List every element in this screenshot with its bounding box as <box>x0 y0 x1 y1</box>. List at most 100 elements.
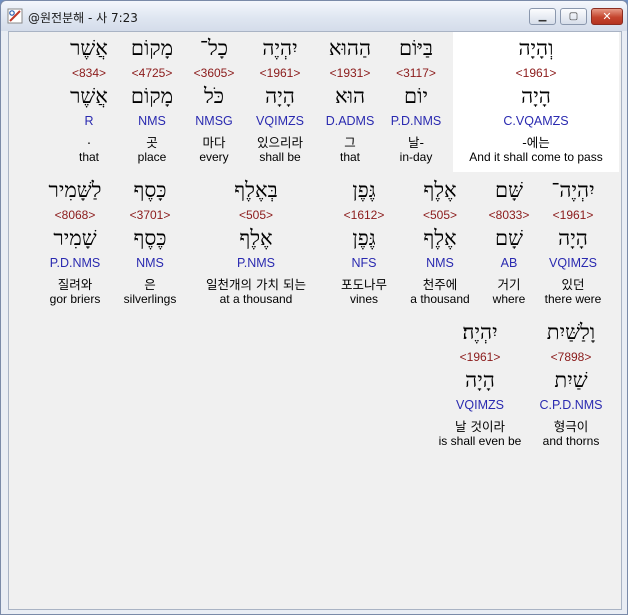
strong-number[interactable]: <3117> <box>396 66 436 80</box>
korean-gloss: 곳 <box>146 135 158 150</box>
korean-gloss: 형극이 <box>553 419 589 434</box>
hebrew-lemma: שָׁם <box>495 226 523 250</box>
close-button[interactable]: ✕ <box>591 8 623 25</box>
strong-number[interactable]: <1961> <box>516 66 557 80</box>
hebrew-word: שָּׁם <box>495 178 523 202</box>
hebrew-word: יִהְיֶה׃ <box>462 320 498 344</box>
morphology-code: VQIMZS <box>549 256 597 270</box>
hebrew-lemma: הָיָה <box>465 368 495 392</box>
english-gloss: vines <box>349 292 379 306</box>
korean-gloss: 마다 <box>202 135 226 150</box>
strong-number[interactable]: <1931> <box>330 66 371 80</box>
english-gloss: that <box>78 150 100 164</box>
morphology-code: AB <box>500 256 518 270</box>
hebrew-word: לַשָּׁמִיר <box>48 178 102 202</box>
strong-number[interactable]: <834> <box>72 66 106 80</box>
hebrew-word: יִהְיֶה־ <box>551 178 595 202</box>
hebrew-lemma: אֶלֶף <box>423 226 457 250</box>
morphology-code: NMS <box>136 256 164 270</box>
english-gloss: at a thousand <box>219 292 293 306</box>
hebrew-word: בַּיּוֹם <box>398 36 434 60</box>
hebrew-word: וָלַשַּׁיִת <box>546 320 596 344</box>
strong-number[interactable]: <1961> <box>553 208 594 222</box>
strong-number[interactable]: <7898> <box>551 350 592 364</box>
morphology-code: VQIMZS <box>256 114 304 128</box>
hebrew-word: מָקוֹם <box>130 36 174 60</box>
app-window: @원전분해 - 사 7:23 ▁ ▢ ✕ וְהָיָה <1961> הָיָ… <box>0 0 628 615</box>
hebrew-word: יִהְיֶה <box>262 36 298 60</box>
hebrew-lemma: שַׁיִת <box>554 368 588 392</box>
korean-gloss: 날- <box>407 135 425 150</box>
morphology-code: VQIMZS <box>456 398 504 412</box>
strong-number[interactable]: <3605> <box>194 66 235 80</box>
strong-number[interactable]: <8033> <box>489 208 530 222</box>
strong-number[interactable]: <8068> <box>55 208 96 222</box>
korean-gloss: 포도나무 <box>340 277 388 292</box>
english-gloss: and thorns <box>542 434 600 448</box>
strong-number[interactable]: <1961> <box>260 66 301 80</box>
hebrew-word: כָּסֶף <box>133 178 167 202</box>
korean-gloss: 그 <box>344 135 356 150</box>
english-gloss: gor briers <box>49 292 101 306</box>
strong-number[interactable]: <505> <box>423 208 457 222</box>
korean-gloss: 천주에 <box>422 277 458 292</box>
hebrew-lemma: מָקוֹם <box>130 84 174 108</box>
hebrew-lemma: הוּא <box>334 84 366 108</box>
hebrew-word: וְהָיָה <box>518 36 554 60</box>
maximize-button[interactable]: ▢ <box>560 8 587 25</box>
morphology-code: C.P.D.NMS <box>539 398 603 412</box>
hebrew-lemma: אֲשֶׁר <box>70 84 108 108</box>
hebrew-word: אֶלֶף <box>423 178 457 202</box>
korean-gloss: 일천개의 가치 되는 <box>206 277 306 292</box>
english-gloss: shall be <box>259 150 301 164</box>
morphology-code: D.ADMS <box>325 114 375 128</box>
english-gloss: every <box>199 150 229 164</box>
english-gloss: that <box>339 150 361 164</box>
english-gloss: a thousand <box>410 292 470 306</box>
english-gloss: And it shall come to pass <box>469 150 603 164</box>
korean-gloss: 있으리라 <box>256 135 304 150</box>
hebrew-word: כָל־ <box>199 36 229 60</box>
hebrew-lemma: הָיָה <box>558 226 588 250</box>
english-gloss: place <box>137 150 167 164</box>
window-title: @원전분해 - 사 7:23 <box>28 11 138 25</box>
hebrew-lemma: גֶּפֶן <box>352 226 376 250</box>
hebrew-lemma: כֹּל <box>203 84 225 108</box>
english-gloss: silverlings <box>123 292 177 306</box>
hebrew-word: אֲשֶׁר <box>70 36 108 60</box>
english-gloss: in-day <box>399 150 433 164</box>
hebrew-lemma: הָיָה <box>521 84 551 108</box>
morphology-code: P.NMS <box>237 256 275 270</box>
strong-number[interactable]: <3701> <box>130 208 171 222</box>
strong-number[interactable]: <505> <box>239 208 273 222</box>
hebrew-lemma: כֶּסֶף <box>133 226 167 250</box>
hebrew-lemma: אֶלֶף <box>239 226 273 250</box>
hebrew-word: גֶּפֶן <box>352 178 376 202</box>
korean-gloss: . <box>87 132 91 147</box>
korean-gloss: -에는 <box>522 135 550 150</box>
korean-gloss: 있던 <box>561 277 585 292</box>
title-bar[interactable]: @원전분해 - 사 7:23 ▁ ▢ ✕ <box>1 1 627 31</box>
hebrew-lemma: יוֹם <box>404 84 428 108</box>
interlinear-panel: וְהָיָה <1961> הָיָה C.VQAMZS -에는 And it… <box>8 31 622 610</box>
korean-gloss: 은 <box>144 277 156 292</box>
hebrew-lemma: הָיָה <box>265 84 295 108</box>
strong-number[interactable]: <4725> <box>132 66 173 80</box>
hebrew-word: הַהוּא <box>328 36 372 60</box>
morphology-code: P.D.NMS <box>390 114 442 128</box>
strong-number[interactable]: <1612> <box>344 208 385 222</box>
morphology-code: R <box>84 114 94 128</box>
morphology-code: P.D.NMS <box>49 256 101 270</box>
english-gloss: is shall even be <box>438 434 522 448</box>
english-gloss: there were <box>544 292 602 306</box>
morphology-code: C.VQAMZS <box>503 114 569 128</box>
app-icon <box>7 8 23 24</box>
hebrew-word: בְּאֶלֶף <box>234 178 278 202</box>
morphology-code: NMSG <box>195 114 233 128</box>
hebrew-lemma: שָׁמִיר <box>53 226 97 250</box>
minimize-button[interactable]: ▁ <box>529 8 556 25</box>
korean-gloss: 질려와 <box>57 277 93 292</box>
korean-gloss: 거기 <box>497 277 521 292</box>
morphology-code: NMS <box>426 256 454 270</box>
strong-number[interactable]: <1961> <box>460 350 501 364</box>
